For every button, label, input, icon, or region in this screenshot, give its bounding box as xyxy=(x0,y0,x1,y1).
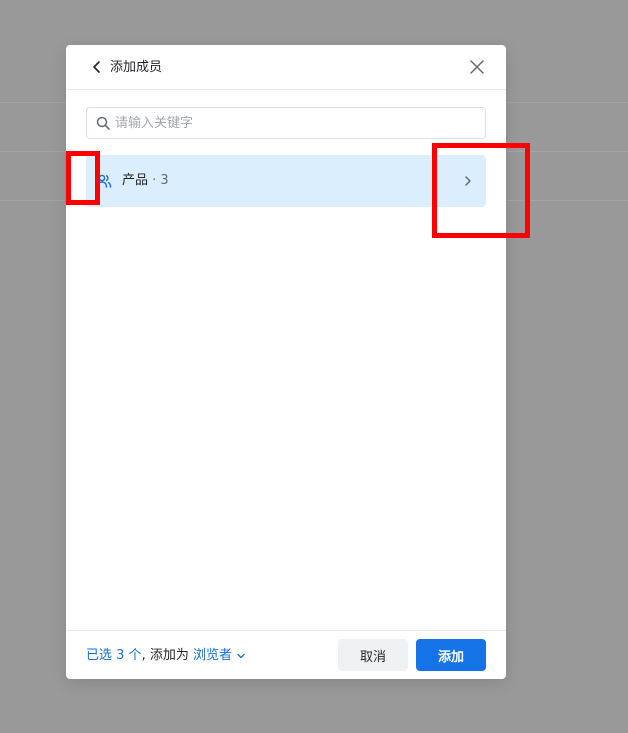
group-users-icon xyxy=(96,174,112,188)
selected-prefix: 已选 xyxy=(86,648,117,663)
role-dropdown[interactable]: 浏览者 xyxy=(193,648,246,663)
selected-suffix: 个 xyxy=(124,648,142,663)
chevron-right-icon[interactable] xyxy=(462,174,474,188)
add-as-text: , 添加为 xyxy=(141,648,193,663)
chevron-down-icon xyxy=(237,653,245,658)
dialog-footer: 已选 3 个, 添加为 浏览者 取消 添加 xyxy=(66,630,506,679)
group-item-label: 产品 · 3 xyxy=(122,172,169,190)
group-member-count: 3 xyxy=(160,173,169,188)
search-icon xyxy=(96,116,110,130)
group-name: 产品 xyxy=(122,173,149,188)
cancel-button[interactable]: 取消 xyxy=(338,639,408,671)
chevron-left-icon[interactable] xyxy=(90,60,104,74)
close-icon[interactable] xyxy=(469,59,485,75)
dialog-header: 添加成员 xyxy=(66,45,506,90)
group-separator: · xyxy=(148,173,161,188)
search-box[interactable] xyxy=(86,107,486,139)
group-item-product[interactable]: 产品 · 3 xyxy=(86,155,486,207)
add-member-dialog: 添加成员 产品 · 3 已选 3 个, 添加为 浏览者 取消 添加 xyxy=(66,45,506,679)
selection-summary: 已选 3 个, 添加为 浏览者 xyxy=(86,647,246,665)
search-input[interactable] xyxy=(115,108,475,138)
role-value: 浏览者 xyxy=(192,648,232,663)
dialog-title: 添加成员 xyxy=(110,60,163,75)
add-button[interactable]: 添加 xyxy=(416,639,486,671)
